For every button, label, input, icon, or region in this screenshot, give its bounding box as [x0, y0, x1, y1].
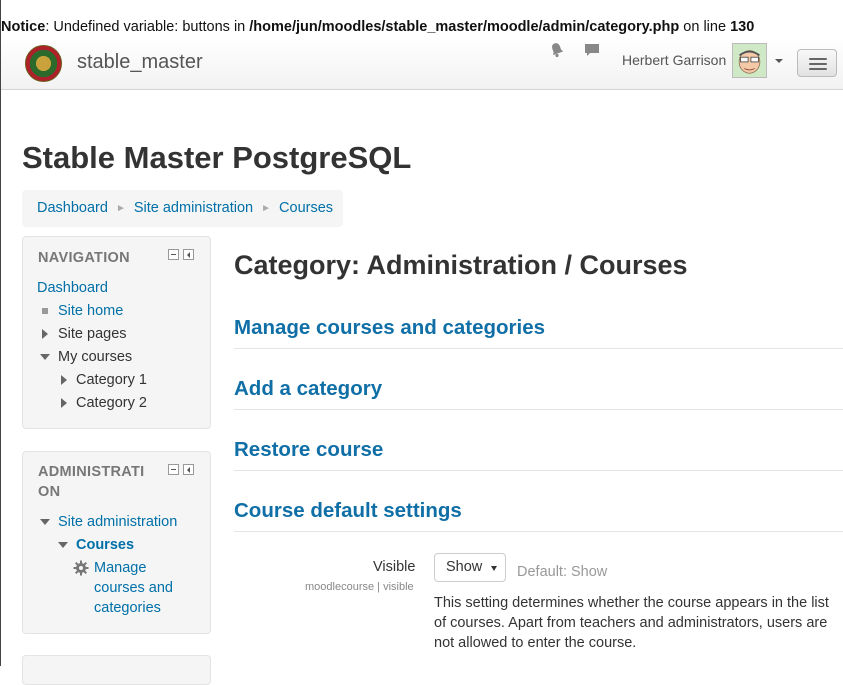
- bullet-icon: [42, 308, 48, 314]
- collapse-arrow-icon[interactable]: [58, 542, 68, 548]
- notice-message: : Undefined variable: buttons in: [45, 19, 250, 35]
- manage-line1: Manage: [94, 560, 147, 576]
- next-block-partial: [22, 655, 211, 685]
- navigation-block-title: NAVIGATION: [38, 250, 130, 266]
- admin-site-administration[interactable]: Site administration: [58, 512, 177, 532]
- expand-arrow-icon[interactable]: [61, 375, 67, 385]
- site-logo-icon[interactable]: [25, 45, 62, 82]
- hamburger-bar: [809, 58, 827, 60]
- notice-path: /home/jun/moodles/stable_master/moodle/a…: [249, 19, 680, 35]
- notice-mid: on line: [679, 19, 731, 35]
- top-navbar: stable_master Herbert Garrison: [1, 37, 843, 90]
- section-manage-courses[interactable]: Manage courses and categories: [234, 316, 843, 349]
- admin-manage-courses[interactable]: Manage courses and categories: [94, 558, 173, 618]
- php-notice: Notice: Undefined variable: buttons in /…: [1, 17, 843, 37]
- user-name[interactable]: Herbert Garrison: [622, 52, 726, 68]
- expand-arrow-icon[interactable]: [61, 398, 67, 408]
- page-title: Stable Master PostgreSQL: [22, 140, 412, 175]
- collapse-arrow-icon[interactable]: [40, 519, 50, 525]
- chevron-down-icon: [491, 566, 497, 571]
- section-restore-course[interactable]: Restore course: [234, 438, 843, 471]
- manage-line2: courses and: [94, 580, 173, 596]
- messages-chat-icon[interactable]: [584, 42, 600, 58]
- manage-line3: categories: [94, 600, 161, 616]
- nav-my-courses[interactable]: My courses: [58, 347, 132, 367]
- notice-line: 130: [730, 19, 755, 35]
- expand-arrow-icon[interactable]: [42, 329, 48, 339]
- notifications-bell-icon[interactable]: [549, 42, 565, 58]
- navigation-block: NAVIGATION Dashboard Site home Site page…: [22, 236, 211, 429]
- gear-icon: [73, 560, 89, 576]
- visible-select[interactable]: Show: [434, 553, 506, 582]
- site-brand[interactable]: stable_master: [77, 51, 203, 74]
- nav-category-2[interactable]: Category 2: [76, 393, 147, 413]
- block-dock-icon[interactable]: [168, 249, 179, 260]
- nav-site-home[interactable]: Site home: [58, 301, 123, 321]
- admin-title-line1: ADMINISTRATI: [38, 464, 145, 480]
- notice-label: Notice: [1, 19, 46, 35]
- setting-visible-label: Visible: [373, 559, 416, 575]
- hamburger-bar: [809, 68, 827, 70]
- administration-block: ADMINISTRATI ON Site administration Cours…: [22, 451, 211, 634]
- visible-select-value: Show: [446, 559, 483, 575]
- breadcrumb-separator-icon: ►: [115, 203, 126, 214]
- user-avatar[interactable]: [732, 43, 767, 78]
- breadcrumb-site-administration[interactable]: Site administration: [134, 200, 253, 216]
- category-title: Category: Administration / Courses: [234, 250, 688, 280]
- admin-courses[interactable]: Courses: [76, 535, 134, 555]
- breadcrumb-courses[interactable]: Courses: [279, 200, 333, 216]
- breadcrumb-separator-icon: ►: [261, 203, 272, 214]
- breadcrumb-dashboard[interactable]: Dashboard: [37, 200, 108, 216]
- administration-block-title: ADMINISTRATI ON: [38, 462, 144, 502]
- section-course-default-settings[interactable]: Course default settings: [234, 499, 843, 532]
- setting-description: This setting determines whether the cour…: [434, 595, 829, 651]
- collapse-arrow-icon[interactable]: [40, 354, 50, 360]
- user-menu-caret-icon[interactable]: [775, 59, 783, 63]
- nav-toggle-button[interactable]: [797, 49, 837, 77]
- setting-visible-sublabel: moodlecourse | visible: [305, 581, 414, 593]
- section-add-category[interactable]: Add a category: [234, 377, 843, 410]
- hamburger-bar: [809, 63, 827, 65]
- block-dock-icon[interactable]: [168, 464, 179, 475]
- breadcrumb: Dashboard ► Site administration ► Courses: [22, 190, 343, 227]
- admin-title-line2: ON: [38, 484, 61, 500]
- nav-category-1[interactable]: Category 1: [76, 370, 147, 390]
- block-hide-icon[interactable]: [183, 464, 194, 475]
- nav-site-pages[interactable]: Site pages: [58, 324, 127, 344]
- nav-dashboard[interactable]: Dashboard: [37, 278, 108, 298]
- block-hide-icon[interactable]: [183, 249, 194, 260]
- setting-default-value: Default: Show: [517, 564, 608, 580]
